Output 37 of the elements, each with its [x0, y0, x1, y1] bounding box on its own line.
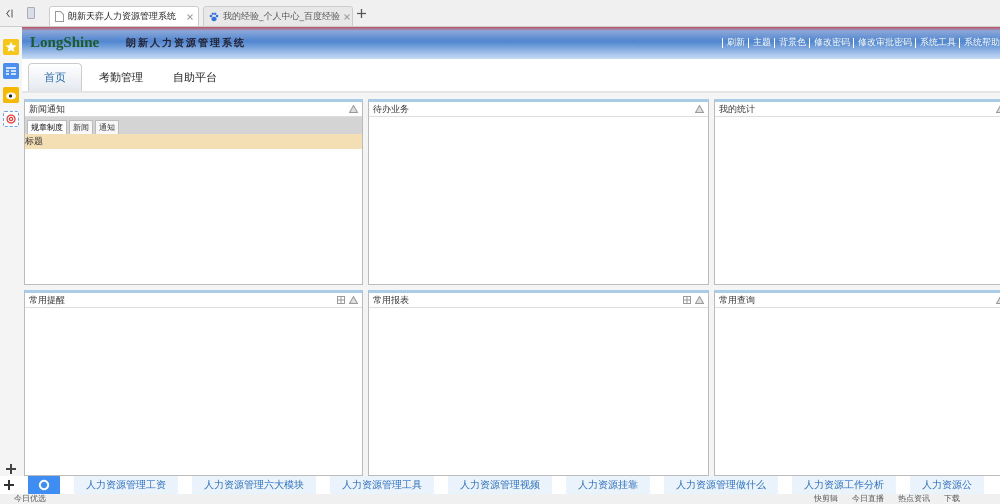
header-link[interactable]: 系统帮助 — [959, 38, 1000, 48]
search-suggestion[interactable]: 人力资源工作分析 — [792, 476, 896, 494]
header-link[interactable]: 修改审批密码 — [853, 38, 912, 48]
system-title: 朗新人力资源管理系统 — [126, 36, 246, 50]
panel-title: 常用提醒 — [29, 294, 65, 306]
header-link[interactable]: 主题 — [748, 38, 771, 48]
header-link[interactable]: 系统工具 — [915, 38, 956, 48]
panel-title: 新闻通知 — [29, 104, 65, 116]
header-link[interactable]: 背景色 — [774, 38, 806, 48]
panel-title: 常用查询 — [719, 294, 755, 306]
status-item[interactable]: 今日直播 — [852, 494, 884, 504]
browser-tab[interactable]: 我的经验_个人中心_百度经验 — [203, 6, 353, 26]
panel-title: 待办业务 — [373, 104, 409, 116]
header-link[interactable]: 刷新 — [722, 38, 745, 48]
nav-tab[interactable]: 考勤管理 — [86, 64, 156, 91]
search-suggestion[interactable]: 人力资源公 — [910, 476, 984, 494]
nav-tab[interactable]: 自助平台 — [160, 64, 230, 91]
panel-title: 常用报表 — [373, 294, 409, 306]
sub-tab[interactable]: 规章制度 — [27, 120, 67, 134]
panel-title: 我的统计 — [719, 104, 755, 116]
browser-tab[interactable]: 朗新天弈人力资源管理系统 — [49, 6, 199, 26]
nav-tab[interactable]: 首页 — [28, 63, 82, 91]
search-suggestion[interactable]: 人力资源管理六大模块 — [192, 476, 316, 494]
logo: LongShine — [30, 34, 100, 52]
search-suggestion[interactable]: 人力资源管理视频 — [448, 476, 552, 494]
column-header: 标题 — [25, 134, 362, 149]
sub-tab[interactable]: 通知 — [95, 120, 119, 134]
search-suggestion[interactable]: 人力资源挂靠 — [566, 476, 650, 494]
status-text[interactable]: 今日优选 — [14, 494, 46, 504]
search-suggestion[interactable]: 人力资源管理工资 — [74, 476, 178, 494]
search-suggestion[interactable]: 人力资源管理做什么 — [664, 476, 778, 494]
sub-tab[interactable]: 新闻 — [69, 120, 93, 134]
search-suggestion[interactable]: 人力资源管理工具 — [330, 476, 434, 494]
status-item[interactable]: 下载 — [944, 494, 960, 504]
header-link[interactable]: 修改密码 — [809, 38, 850, 48]
status-item[interactable]: 热点资讯 — [898, 494, 930, 504]
status-item[interactable]: 快剪辑 — [814, 494, 838, 504]
